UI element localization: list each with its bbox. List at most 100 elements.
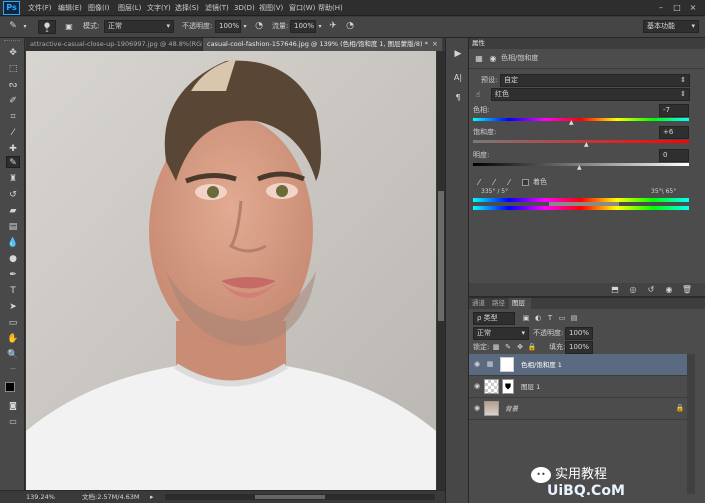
airbrush-icon[interactable]: ✈ [326,20,340,33]
preset-select[interactable]: 自定 ⇕ [500,74,690,87]
lasso-tool-icon[interactable]: ᔓ [6,79,20,91]
reset-icon[interactable]: ↺ [645,283,657,296]
menu-image[interactable]: 图像(I) [86,0,112,16]
mask-icon[interactable]: ◉ [487,52,499,65]
menu-3d[interactable]: 3D(D) [232,0,257,16]
lightness-input[interactable]: 0 [659,149,689,162]
zoom-tool-icon[interactable]: 🔍 [6,349,20,361]
minimize-button[interactable]: – [654,2,668,13]
zoom-level[interactable]: 139.24% [26,491,55,503]
pressure-size-icon[interactable]: ◔ [343,20,357,33]
scroll-thumb[interactable] [255,495,325,499]
filter-adjust-icon[interactable]: ◐ [533,312,543,325]
background-thumbnail[interactable] [484,401,499,416]
view-previous-icon[interactable]: ◎ [627,283,639,296]
colorize-checkbox[interactable] [522,179,529,186]
filter-type-icon[interactable]: T [545,312,555,325]
workspace-select[interactable]: 基本功能 ▾ [643,20,699,33]
flow-input[interactable]: 100% [290,20,316,33]
canvas[interactable] [26,51,436,490]
lock-pixels-icon[interactable]: ✎ [503,341,513,354]
menu-select[interactable]: 选择(S) [173,0,201,16]
saturation-input[interactable]: +6 [659,126,689,139]
layer-opacity-input[interactable]: 100% [565,327,593,340]
brush-tool-icon[interactable]: ✎ [6,156,20,168]
hue-input[interactable]: -7 [659,104,689,117]
horizontal-scrollbar[interactable] [165,494,435,500]
layer-name[interactable]: 图层 1 [521,376,540,398]
pressure-opacity-icon[interactable]: ◔ [252,20,266,33]
blur-tool-icon[interactable]: 💧 [6,237,20,249]
visibility-eye-icon[interactable]: ◉ [663,283,675,296]
brush-tool-icon[interactable]: ✎ [6,20,20,33]
healing-brush-tool-icon[interactable]: ✚ [6,143,20,155]
path-select-tool-icon[interactable]: ➤ [6,301,20,313]
document-tab-1[interactable]: attractive-casual-close-up-1906997.jpg @… [26,38,202,51]
menu-layer[interactable]: 图层(L) [116,0,143,16]
layer-row[interactable]: ◉ ▦ 色相/饱和度 1 [469,354,687,376]
close-tab-icon[interactable]: × [432,38,438,51]
brush-panel-icon[interactable]: ▣ [62,20,76,33]
trash-icon[interactable]: 🗑 [681,283,693,296]
chevron-down-icon[interactable]: ▾ [316,20,324,33]
more-tools-icon[interactable]: ··· [6,364,20,376]
filter-pixel-icon[interactable]: ▣ [521,312,531,325]
properties-tab[interactable]: 属性 [472,38,485,49]
layer-row[interactable]: ◉ ⛊ 图层 1 [469,376,687,398]
chevron-down-icon[interactable]: ▾ [21,20,29,33]
quick-select-tool-icon[interactable]: ✐ [6,95,20,107]
layer-filter-select[interactable]: ρ 类型 [473,312,515,325]
move-tool-icon[interactable]: ✥ [6,47,20,59]
visibility-eye-icon[interactable]: ◉ [472,380,482,393]
layer-mask-thumbnail[interactable]: ⛊ [502,379,514,394]
dodge-tool-icon[interactable]: ● [6,253,20,265]
menu-view[interactable]: 视图(V) [257,0,285,16]
menu-type[interactable]: 文字(Y) [145,0,173,16]
character-panel-icon[interactable]: A| [451,71,465,84]
maximize-button[interactable]: □ [670,2,684,13]
clip-to-layer-icon[interactable]: ⬒ [609,283,621,296]
history-brush-tool-icon[interactable]: ↺ [6,189,20,201]
tab-layers[interactable]: 图层 [509,298,531,309]
lock-all-icon[interactable]: 🔒 [527,341,537,354]
opacity-input[interactable]: 100% [215,20,241,33]
brush-preset-picker[interactable]: ● 1 [38,20,56,34]
tab-paths[interactable]: 路径 [492,298,505,309]
layer-mask-thumbnail[interactable] [500,357,514,372]
shape-tool-icon[interactable]: ▭ [6,317,20,329]
menu-edit[interactable]: 编辑(E) [56,0,84,16]
hue-slider-thumb[interactable]: ▲ [569,120,574,126]
visibility-eye-icon[interactable]: ◉ [472,402,482,415]
marquee-tool-icon[interactable]: ⬚ [6,63,20,75]
hue-slider-track[interactable] [473,118,689,121]
scroll-thumb[interactable] [438,191,444,321]
panel-grip[interactable] [4,40,20,43]
lightness-slider-thumb[interactable]: ▲ [577,165,582,171]
lock-transparent-icon[interactable]: ▩ [491,341,501,354]
blend-mode-select[interactable]: 正常 ▾ [473,327,529,340]
lock-position-icon[interactable]: ✥ [515,341,525,354]
tab-channels[interactable]: 通道 [472,298,485,309]
layer-name[interactable]: 背景 [505,398,518,420]
fill-input[interactable]: 100% [565,341,593,354]
type-tool-icon[interactable]: T [6,285,20,297]
mode-select[interactable]: 正常 ▾ [104,20,174,33]
pen-tool-icon[interactable]: ✒ [6,269,20,281]
targeted-adjust-hand-icon[interactable]: ☝ [472,88,484,101]
filter-shape-icon[interactable]: ▭ [557,312,567,325]
hand-tool-icon[interactable]: ✋ [6,333,20,345]
play-action-icon[interactable]: ▶ [451,48,465,61]
menu-file[interactable]: 文件(F) [26,0,54,16]
close-window-button[interactable]: × [686,2,700,13]
visibility-eye-icon[interactable]: ◉ [472,358,482,371]
saturation-slider-thumb[interactable]: ▲ [584,142,589,148]
crop-tool-icon[interactable]: ⌗ [6,111,20,123]
quick-mask-icon[interactable]: ◙ [6,400,20,412]
layer-name[interactable]: 色相/饱和度 1 [521,354,562,376]
menu-help[interactable]: 帮助(H) [316,0,345,16]
channel-select[interactable]: 红色 ⇕ [491,88,690,101]
filter-smart-icon[interactable]: ▤ [569,312,579,325]
menu-window[interactable]: 窗口(W) [287,0,317,16]
vertical-scrollbar[interactable] [437,51,445,490]
screen-mode-icon[interactable]: ▭ [6,416,20,428]
